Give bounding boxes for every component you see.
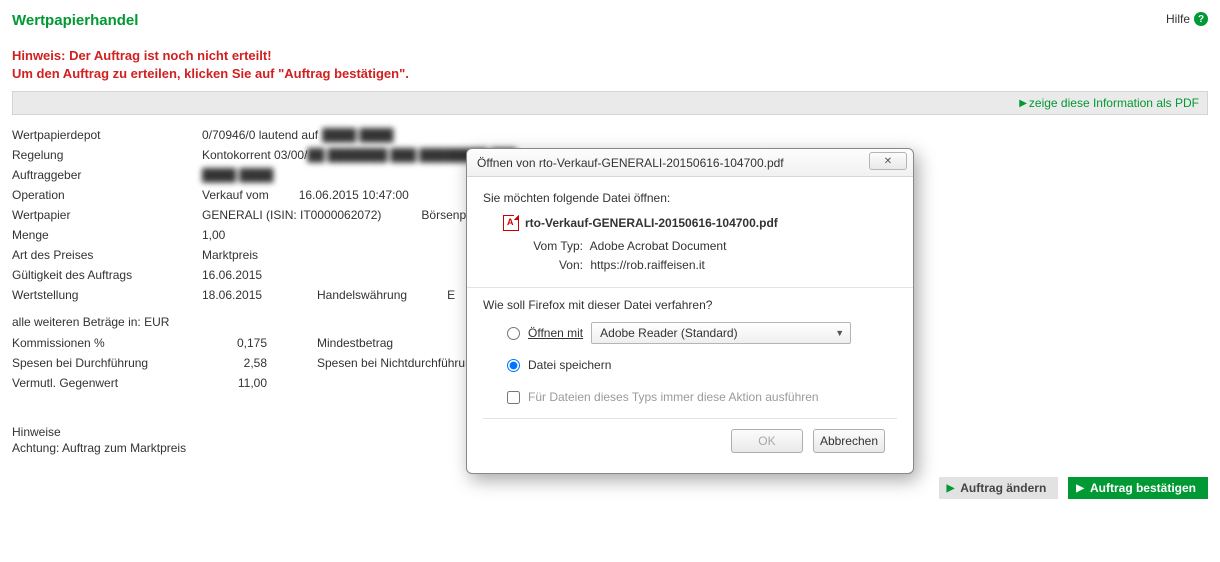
always-action-label: Für Dateien dieses Typs immer diese Akti…	[528, 390, 819, 404]
page-title: Wertpapierhandel	[12, 12, 1208, 29]
arrow-icon: ▶	[1076, 483, 1084, 494]
gueltigkeit-value: 16.06.2015	[202, 268, 262, 282]
file-from-label: Von:	[525, 256, 583, 275]
dialog-close-button[interactable]: ✕	[869, 152, 907, 170]
wertpapier-label: Wertpapier	[12, 208, 202, 222]
operation-datetime: 16.06.2015 10:47:00	[299, 188, 409, 202]
wertstellung-label: Wertstellung	[12, 288, 202, 302]
file-type-label: Vom Typ:	[525, 237, 583, 256]
download-dialog: Öffnen von rto-Verkauf-GENERALI-20150616…	[466, 148, 914, 474]
open-with-label: Öffnen mit	[528, 326, 583, 340]
auftraggeber-label: Auftraggeber	[12, 168, 202, 182]
menge-label: Menge	[12, 228, 202, 242]
open-with-select[interactable]: Adobe Reader (Standard) ▼	[591, 322, 851, 344]
dialog-cancel-button[interactable]: Abbrechen	[813, 429, 885, 453]
preisart-label: Art des Preises	[12, 248, 202, 262]
spesen-d-label: Spesen bei Durchführung	[12, 356, 177, 370]
save-file-radio[interactable]	[507, 359, 520, 372]
gegenwert-label: Vermutl. Gegenwert	[12, 376, 177, 390]
waehrung-value: E	[447, 288, 455, 302]
confirm-order-label: Auftrag bestätigen	[1090, 481, 1196, 495]
kommissionen-label: Kommissionen %	[12, 336, 177, 350]
kommissionen-value: 0,175	[177, 336, 267, 350]
operation-label: Operation	[12, 188, 202, 202]
pdf-icon	[503, 215, 519, 231]
file-from-value: https://rob.raiffeisen.it	[590, 258, 705, 272]
wertstellung-value: 18.06.2015	[202, 288, 317, 302]
pdf-info-bar: ▶ zeige diese Information als PDF	[12, 91, 1208, 115]
change-order-label: Auftrag ändern	[960, 481, 1046, 495]
dialog-titlebar: Öffnen von rto-Verkauf-GENERALI-20150616…	[467, 149, 913, 177]
operation-value: Verkauf vom	[202, 188, 269, 202]
save-file-label: Datei speichern	[528, 358, 611, 372]
gegenwert-value: 11,00	[177, 376, 267, 390]
order-warning-line1: Hinweis: Der Auftrag ist noch nicht erte…	[12, 47, 1208, 65]
dialog-intro: Sie möchten folgende Datei öffnen:	[483, 191, 897, 205]
help-link[interactable]: Hilfe ?	[1166, 12, 1208, 26]
waehrung-label: Handelswährung	[317, 288, 407, 302]
menge-value: 1,00	[202, 228, 225, 242]
close-icon: ✕	[884, 156, 892, 167]
footer-buttons: ▶ Auftrag ändern ▶ Auftrag bestätigen	[12, 477, 1208, 499]
always-action-checkbox[interactable]	[507, 391, 520, 404]
dialog-title-text: Öffnen von rto-Verkauf-GENERALI-20150616…	[477, 156, 784, 170]
dialog-ok-button[interactable]: OK	[731, 429, 803, 453]
depot-value: 0/70946/0 lautend auf	[202, 128, 318, 142]
open-with-selected: Adobe Reader (Standard)	[600, 326, 737, 340]
change-order-button[interactable]: ▶ Auftrag ändern	[939, 477, 1059, 499]
auftraggeber-hidden: ████ ████	[202, 168, 273, 182]
dialog-filename: rto-Verkauf-GENERALI-20150616-104700.pdf	[525, 216, 778, 230]
help-label: Hilfe	[1166, 12, 1190, 26]
help-icon: ?	[1194, 12, 1208, 26]
chevron-down-icon: ▼	[835, 328, 844, 338]
regelung-label: Regelung	[12, 148, 202, 162]
wertpapier-value: GENERALI (ISIN: IT0000062072)	[202, 208, 381, 222]
order-warning-line2: Um den Auftrag zu erteilen, klicken Sie …	[12, 65, 1208, 83]
arrow-icon: ▶	[1019, 98, 1027, 109]
depot-label: Wertpapierdepot	[12, 128, 202, 142]
dialog-question: Wie soll Firefox mit dieser Datei verfah…	[483, 298, 897, 312]
gueltigkeit-label: Gültigkeit des Auftrags	[12, 268, 202, 282]
order-warning: Hinweis: Der Auftrag ist noch nicht erte…	[12, 47, 1208, 83]
show-as-pdf-link[interactable]: zeige diese Information als PDF	[1029, 96, 1199, 110]
spesen-d-value: 2,58	[177, 356, 267, 370]
regelung-value: Kontokorrent 03/00/	[202, 148, 307, 162]
file-type-value: Adobe Acrobat Document	[590, 239, 727, 253]
confirm-order-button[interactable]: ▶ Auftrag bestätigen	[1068, 477, 1208, 499]
open-with-radio[interactable]	[507, 327, 520, 340]
preisart-value: Marktpreis	[202, 248, 258, 262]
depot-hidden: ████ ████	[322, 128, 393, 142]
arrow-icon: ▶	[947, 483, 955, 494]
